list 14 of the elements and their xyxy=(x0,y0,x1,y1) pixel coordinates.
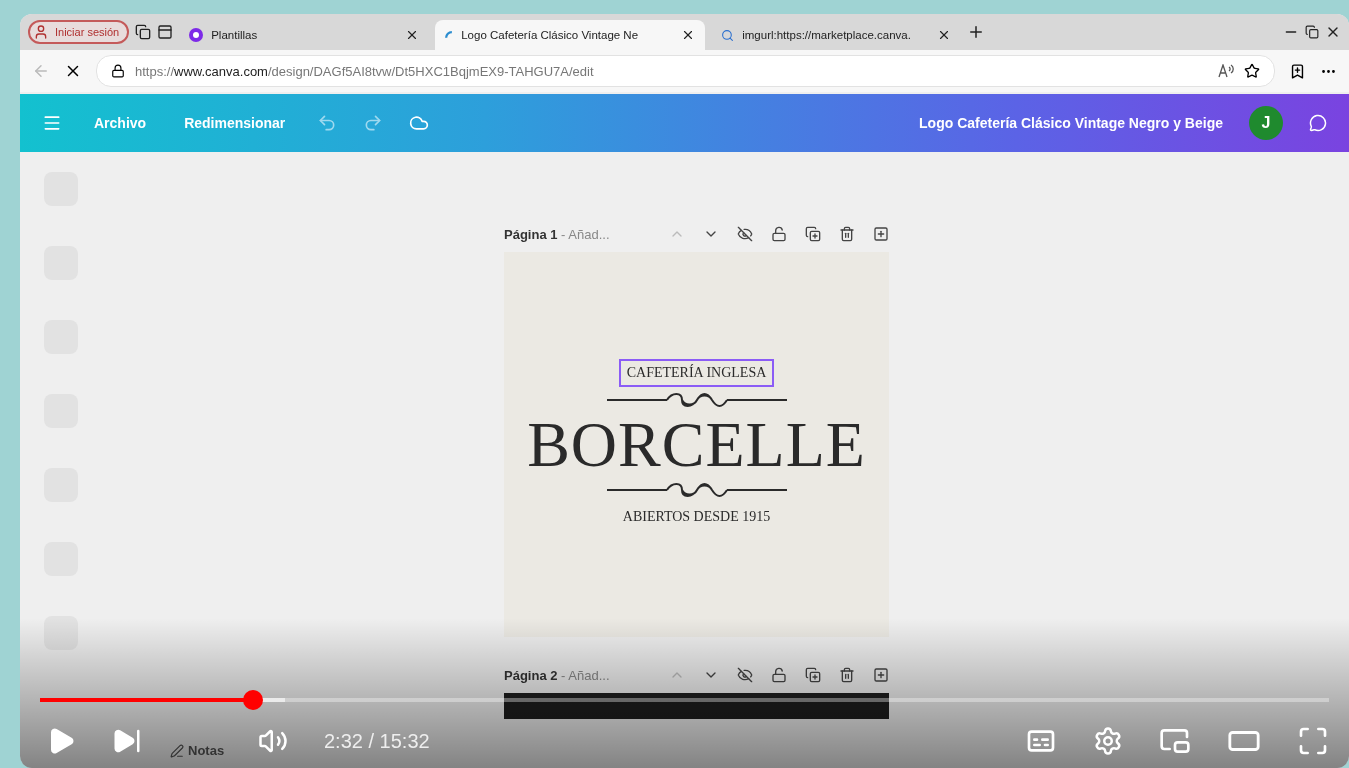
browser-tab[interactable]: imgurl:https://marketplace.canva. xyxy=(711,20,962,50)
video-time: 2:32 / 15:32 xyxy=(324,729,430,753)
design-title: Logo Cafetería Clásico Vintage Negro y Beige xyxy=(919,115,1223,131)
logo-text[interactable]: ABIERTOS DESDE 1915 xyxy=(614,502,779,531)
logo-text[interactable]: CAFETERÍA INGLESA xyxy=(618,358,775,387)
avatar[interactable]: J xyxy=(1249,106,1283,140)
browser-tab[interactable]: Plantillas xyxy=(179,20,430,50)
page-label: Página 2 - Añad... xyxy=(504,667,611,683)
logo-title[interactable]: BORCELLE xyxy=(527,412,866,477)
browser-tab[interactable]: Logo Cafetería Clásico Vintage Ne xyxy=(435,20,706,50)
sign-in-button[interactable]: Iniciar sesión xyxy=(28,20,130,44)
page-label: Página 1 - Añad... xyxy=(504,226,611,242)
address-bar[interactable]: https://www.canva.com/design/DAGf5AI8tvw/Dt5HXC1BqjmEX9-TAHGU7A/edit xyxy=(96,55,1275,87)
notes-button[interactable]: Notas xyxy=(170,743,225,758)
